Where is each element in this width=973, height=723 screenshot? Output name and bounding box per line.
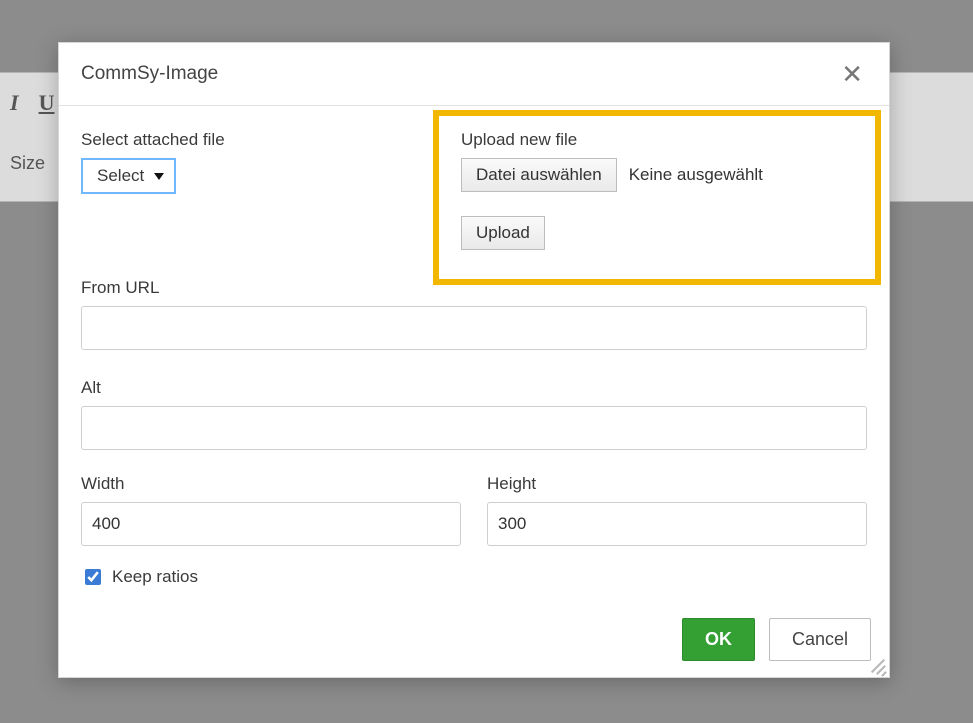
choose-file-button[interactable]: Datei auswählen <box>461 158 617 192</box>
from-url-label: From URL <box>81 278 867 298</box>
chevron-down-icon <box>154 173 164 180</box>
resize-grip-icon[interactable] <box>869 657 885 673</box>
attached-file-select[interactable]: Select <box>81 158 176 194</box>
dialog-header: CommSy-Image ✕ <box>59 43 889 106</box>
alt-input[interactable] <box>81 406 867 450</box>
ok-button[interactable]: OK <box>682 618 755 661</box>
from-url-input[interactable] <box>81 306 867 350</box>
image-dialog: CommSy-Image ✕ Select attached file Sele… <box>58 42 890 678</box>
dialog-footer: OK Cancel <box>59 598 889 677</box>
keep-ratios-checkbox[interactable] <box>85 569 101 585</box>
alt-label: Alt <box>81 378 867 398</box>
cancel-button[interactable]: Cancel <box>769 618 871 661</box>
close-icon[interactable]: ✕ <box>837 61 867 87</box>
height-label: Height <box>487 474 867 494</box>
width-input[interactable] <box>81 502 461 546</box>
dialog-title: CommSy-Image <box>81 63 218 85</box>
upload-file-label: Upload new file <box>461 130 867 150</box>
keep-ratios-label: Keep ratios <box>112 567 198 587</box>
upload-button[interactable]: Upload <box>461 216 545 250</box>
select-file-label: Select attached file <box>81 130 421 150</box>
dialog-body: Select attached file Select Upload new f… <box>59 106 889 598</box>
width-label: Width <box>81 474 461 494</box>
keep-ratios-row[interactable]: Keep ratios <box>81 566 867 588</box>
height-input[interactable] <box>487 502 867 546</box>
no-file-text: Keine ausgewählt <box>629 165 763 185</box>
attached-file-select-value: Select <box>97 166 144 186</box>
